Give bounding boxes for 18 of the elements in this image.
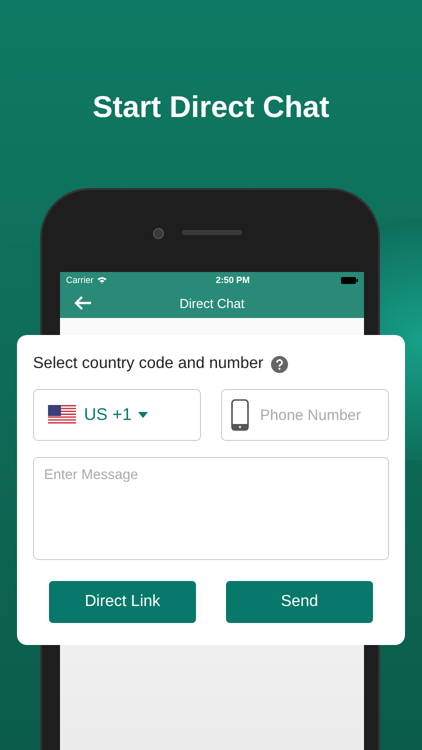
screen-title: Direct Chat <box>179 296 245 310</box>
country-code-selector[interactable]: US +1 <box>33 389 201 441</box>
action-button[interactable]: Send <box>226 581 373 623</box>
back-arrow-icon[interactable] <box>74 296 92 310</box>
headline: Start Direct Chat <box>92 90 330 126</box>
camera-icon <box>153 228 164 239</box>
caret-icon <box>138 412 148 418</box>
help-icon[interactable] <box>271 356 288 372</box>
phone-number-field[interactable]: Phone Number <box>221 389 389 441</box>
action-button[interactable]: Direct Link <box>49 581 196 623</box>
dialog-title: Select country code and number <box>33 355 264 373</box>
carrier-label: Carrier <box>66 275 94 285</box>
flag-icon <box>48 405 76 425</box>
battery-icon <box>341 276 358 284</box>
wifi-icon <box>96 276 107 284</box>
clock-time: 2:50 PM <box>216 275 250 285</box>
speaker-icon <box>182 230 242 235</box>
message-field[interactable]: Enter Message <box>33 457 389 560</box>
